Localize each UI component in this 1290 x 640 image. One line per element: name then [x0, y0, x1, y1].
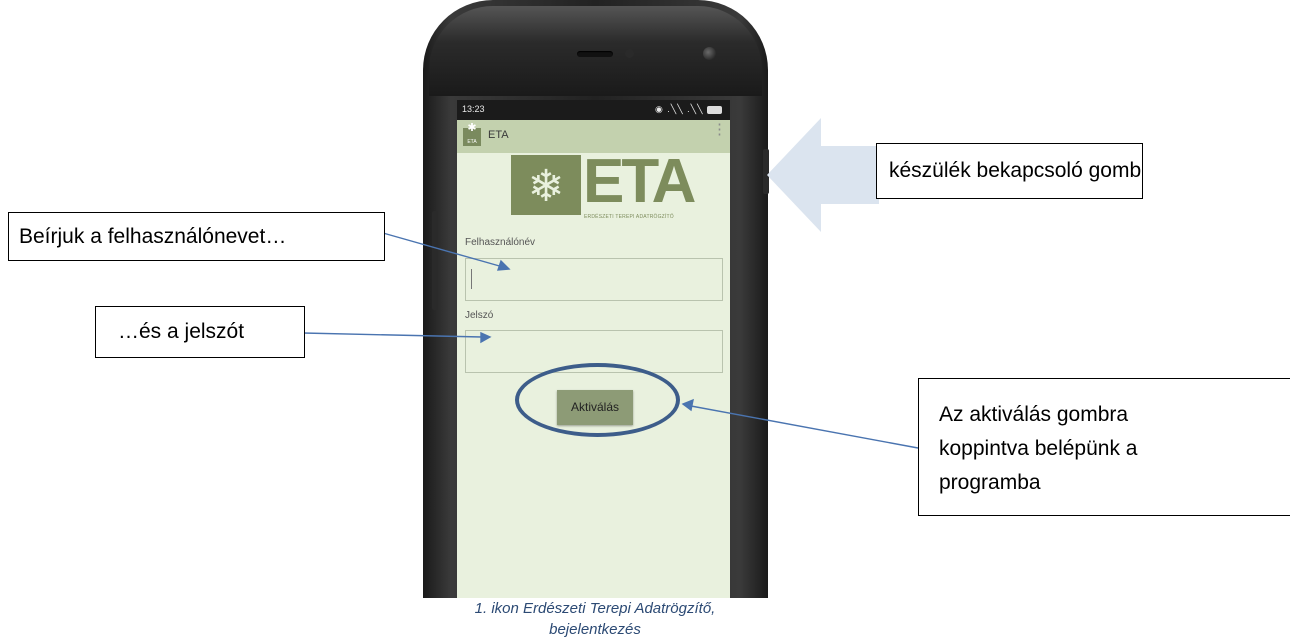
volume-button[interactable] — [432, 211, 438, 310]
activate-note: Az aktiválás gombra koppintva belépünk a… — [939, 403, 1138, 494]
caption-line-2: bejelentkezés — [549, 621, 641, 638]
status-time: 13:23 — [462, 104, 485, 114]
power-arrow-icon — [767, 118, 879, 232]
signal-icons: ◉ .╲╲ .╲╲ — [654, 104, 704, 114]
proximity-sensor — [625, 49, 634, 58]
battery-icon — [707, 105, 722, 114]
username-input[interactable] — [465, 258, 723, 301]
power-button-callout: készülék bekapcsoló gomb — [876, 143, 1143, 199]
earpiece-speaker — [577, 51, 613, 57]
username-label: Felhasználónév — [465, 237, 536, 248]
logo-text: ETA — [583, 147, 696, 216]
text-cursor — [471, 269, 472, 289]
password-callout: …és a jelszót — [95, 306, 305, 358]
signal-wifi-icon: ◉ .╲╲ .╲╲ — [655, 104, 722, 115]
username-note: Beírjuk a felhasználónevet… — [19, 225, 287, 248]
phone-screen: 13:23 ◉ .╲╲ .╲╲ ETA ETA ⋮ ❄ ETA ERDÉSZET… — [457, 100, 730, 600]
app-title: ETA — [488, 129, 509, 141]
eta-logo: ❄ ETA ERDÉSZETI TEREPI ADATRÖGZÍTŐ — [511, 147, 696, 227]
logo-subtitle: ERDÉSZETI TEREPI ADATRÖGZÍTŐ — [584, 214, 674, 220]
logo-emblem: ❄ — [511, 155, 581, 215]
phone-top-bezel — [429, 6, 762, 96]
password-note: …és a jelszót — [118, 320, 245, 343]
username-callout: Beírjuk a felhasználónevet… — [8, 212, 385, 261]
front-camera-icon — [703, 47, 716, 60]
app-logo-icon: ETA — [463, 119, 481, 146]
caption-line-1: 1. ikon Erdészeti Terepi Adatrögzítő, — [474, 600, 716, 617]
snowflake-icon: ❄ — [527, 162, 565, 211]
activate-callout: Az aktiválás gombra koppintva belépünk a… — [918, 378, 1290, 516]
power-button-note: készülék bekapcsoló gomb — [889, 159, 1142, 182]
overflow-menu-icon[interactable]: ⋮ — [712, 122, 727, 137]
activate-highlight-ellipse — [515, 363, 680, 437]
status-bar: 13:23 ◉ .╲╲ .╲╲ — [457, 100, 730, 120]
figure-caption: 1. ikon Erdészeti Terepi Adatrögzítő, be… — [405, 598, 785, 639]
password-label: Jelszó — [465, 310, 494, 321]
